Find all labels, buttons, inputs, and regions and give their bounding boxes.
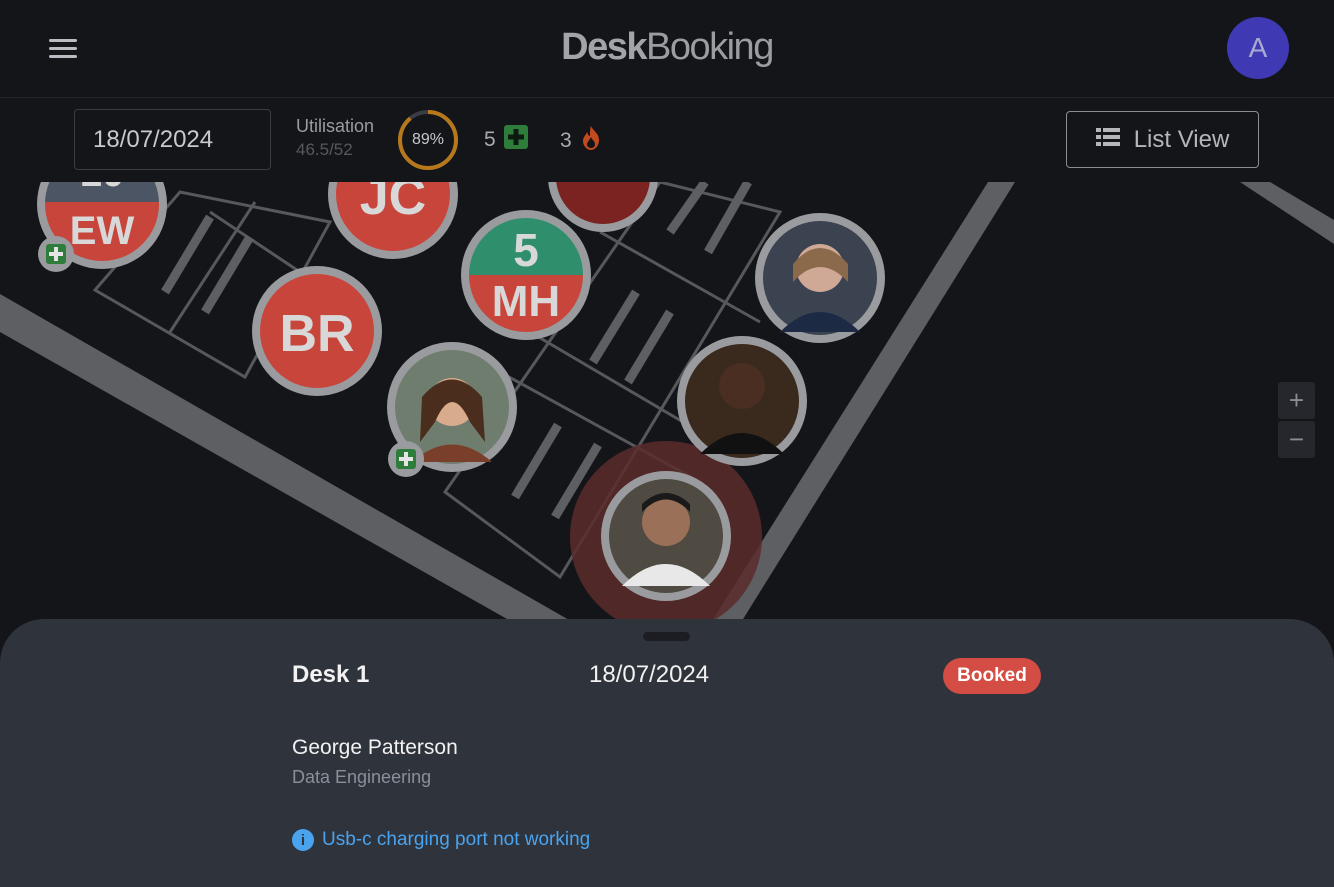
flame-icon — [580, 125, 602, 157]
booked-person-team: Data Engineering — [292, 767, 432, 787]
desk-marker-br: BR — [252, 266, 382, 396]
desk-marker-jc: JC — [328, 182, 458, 259]
floor-plan: 10 EW JC BR 5 — [0, 182, 1334, 632]
first-aid-badge — [38, 236, 74, 272]
first-aiders-count: 5 — [484, 128, 496, 151]
floor-plan-map[interactable]: 10 EW JC BR 5 — [0, 182, 1334, 632]
utilisation-value: 46.5/52 — [296, 140, 353, 159]
utilisation-summary: Utilisation 46.5/52 — [296, 116, 374, 160]
desk-marker-photo-1 — [755, 213, 885, 343]
user-avatar[interactable]: A — [1227, 17, 1289, 79]
toolbar: 18/07/2024 Utilisation 46.5/52 89% 5 3 L… — [0, 99, 1334, 182]
zoom-out-button[interactable]: − — [1278, 421, 1315, 458]
zoom-in-button[interactable]: + — [1278, 382, 1315, 419]
zoom-controls: + − — [1278, 382, 1315, 458]
desk-note: i Usb-c charging port not working — [292, 829, 590, 851]
list-view-label: List View — [1133, 125, 1230, 153]
booking-date: 18/07/2024 — [589, 661, 710, 688]
list-icon — [1095, 126, 1120, 154]
utilisation-label: Utilisation — [296, 116, 375, 136]
utilisation-percent: 89% — [411, 131, 445, 148]
svg-text:BR: BR — [279, 305, 354, 363]
svg-text:5: 5 — [513, 224, 539, 276]
desk-note-text: Usb-c charging port not working — [322, 829, 591, 850]
booked-person-name: George Patterson — [292, 736, 458, 759]
app-bar: DeskBooking A — [0, 0, 1334, 98]
desk-marker-photo-selected — [601, 471, 731, 601]
list-view-button[interactable]: List View — [1066, 111, 1259, 168]
brand-bold: Desk — [561, 26, 647, 68]
date-picker-field[interactable]: 18/07/2024 — [74, 109, 271, 170]
desk-name: Desk 1 — [292, 661, 370, 688]
svg-text:MH: MH — [492, 277, 560, 326]
first-aiders-stat: 5 — [484, 125, 528, 155]
sheet-drag-handle[interactable] — [643, 632, 690, 641]
first-aid-icon — [503, 125, 528, 155]
fire-wardens-count: 3 — [560, 129, 572, 152]
svg-text:JC: JC — [360, 182, 426, 226]
desk-marker-mh: 5 MH — [461, 210, 591, 340]
info-icon: i — [292, 829, 314, 851]
desk-details-sheet — [0, 619, 1334, 887]
desk-marker-photo-3 — [677, 336, 807, 466]
desk-ew-initials: EW — [70, 209, 135, 253]
brand-light: Booking — [646, 26, 774, 68]
brand-logo: DeskBooking — [0, 26, 1334, 69]
desk-ew-number: 10 — [80, 182, 125, 195]
status-badge: Booked — [943, 658, 1041, 694]
fire-wardens-stat: 3 — [560, 125, 602, 157]
first-aid-badge — [388, 441, 424, 477]
